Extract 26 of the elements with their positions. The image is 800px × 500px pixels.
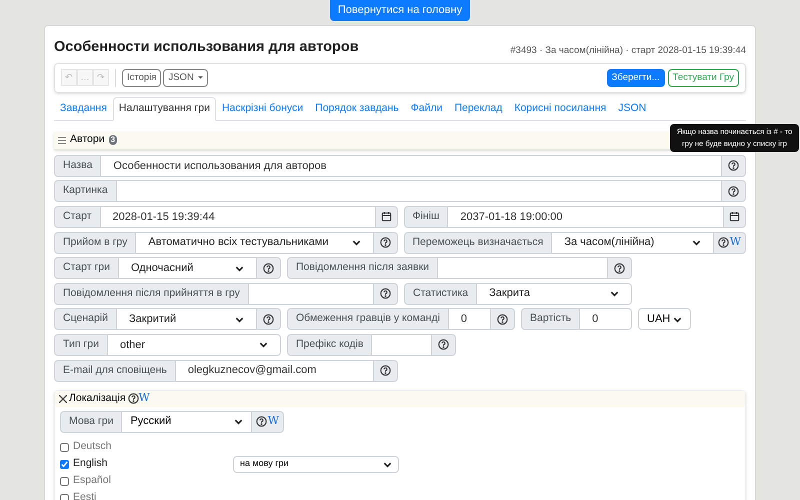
- field-label: Повідомлення після прийняття в гру: [54, 282, 249, 305]
- authors-count: 3: [108, 135, 118, 146]
- field-label: Картинка: [54, 180, 117, 202]
- language-name: Deutsch: [73, 439, 112, 454]
- field-label: Статистика: [404, 282, 478, 305]
- field-label: Переможець визначається: [404, 232, 552, 254]
- game-meta: #3493 · За часом(лінійна) · старт 2028-01-15 19:39:44: [510, 44, 746, 58]
- page-title: Особенности использования для авторов: [54, 38, 359, 57]
- field-label: Старт: [54, 206, 101, 228]
- field-label: Префікс кодів: [287, 334, 372, 356]
- authors-label: Автори: [70, 132, 105, 148]
- field-label: Назва: [54, 154, 102, 177]
- field-label: Мова гри: [60, 410, 122, 432]
- field-label: Прийом в гру: [54, 232, 136, 254]
- language-name: Español: [73, 473, 111, 488]
- field-label: E-mail для сповіщень: [54, 360, 176, 382]
- field-label: Фініш: [404, 206, 448, 228]
- language-name: English: [73, 456, 108, 472]
- field-label: Вартість: [521, 308, 580, 330]
- localization-title: Локалізація: [69, 390, 126, 406]
- field-label: Сценарій: [54, 308, 117, 330]
- field-label: Обмеження гравців у команді: [287, 308, 449, 330]
- language-name: Eesti: [73, 490, 96, 500]
- field-label: Старт гри: [54, 257, 119, 280]
- field-label: Повідомлення після заявки: [287, 257, 438, 280]
- field-label: Тип гри: [54, 334, 108, 356]
